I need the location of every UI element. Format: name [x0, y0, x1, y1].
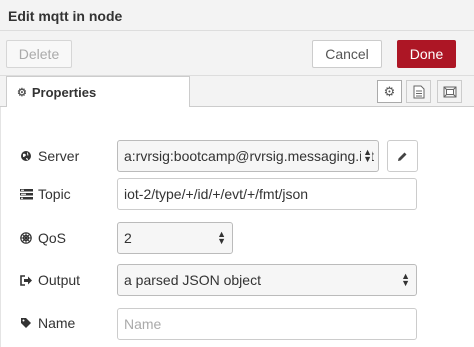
done-button[interactable]: Done [397, 40, 456, 68]
globe-icon [19, 150, 33, 162]
node-description-tab-button[interactable] [406, 80, 431, 103]
server-select[interactable]: a:rvrsig:bootcamp@rvrsig.messaging.int ▲… [117, 140, 379, 172]
qos-label: QoS [19, 228, 66, 248]
qos-label-text: QoS [38, 230, 67, 246]
description-icon [413, 85, 424, 98]
output-label-text: Output [38, 272, 81, 288]
output-select[interactable]: a parsed JSON object ▲ ▼ [117, 264, 417, 296]
tab-properties-label: Properties [31, 85, 97, 100]
topic-input[interactable]: iot-2/type/+/id/+/evt/+/fmt/json [117, 178, 417, 210]
cancel-button[interactable]: Cancel [312, 40, 382, 68]
select-arrows-icon: ▲ ▼ [217, 229, 226, 246]
name-input[interactable]: Name [117, 308, 417, 340]
name-input-placeholder: Name [124, 316, 162, 332]
edit-server-button[interactable] [387, 140, 418, 172]
select-arrows-icon: ▲ ▼ [361, 147, 372, 164]
tray-title: Edit mqtt in node [8, 8, 123, 24]
tag-icon [19, 317, 33, 329]
output-label: Output [19, 270, 80, 290]
node-settings-tab-button[interactable]: ⚙ [377, 80, 402, 103]
empire-icon [19, 232, 33, 244]
topic-label-text: Topic [38, 186, 71, 202]
topic-input-value: iot-2/type/+/id/+/evt/+/fmt/json [124, 186, 309, 202]
tasks-icon [19, 188, 33, 200]
qos-select[interactable]: 2 ▲ ▼ [117, 222, 233, 254]
node-appearance-tab-button[interactable] [437, 80, 462, 103]
appearance-icon [443, 86, 456, 97]
sign-out-icon [19, 274, 33, 286]
topic-label: Topic [19, 184, 71, 204]
server-select-value: a:rvrsig:bootcamp@rvrsig.messaging.int [124, 148, 374, 164]
name-label-text: Name [38, 315, 76, 331]
select-arrows-icon: ▲ ▼ [401, 271, 410, 288]
qos-select-value: 2 [124, 230, 132, 246]
tab-bar: ⚙ Properties ⚙ [0, 76, 474, 108]
server-label-text: Server [38, 148, 80, 164]
output-select-value: a parsed JSON object [124, 272, 261, 288]
gear-icon: ⚙ [383, 83, 396, 99]
delete-button[interactable]: Delete [6, 40, 72, 68]
name-label: Name [19, 313, 75, 333]
gear-icon: ⚙ [17, 87, 27, 99]
pencil-icon [398, 152, 407, 161]
tab-properties[interactable]: ⚙ Properties [6, 76, 190, 108]
tray-header: Edit mqtt in node [0, 0, 474, 31]
tray-toolbar: Delete Cancel Done [0, 31, 474, 76]
server-label: Server [19, 146, 79, 166]
